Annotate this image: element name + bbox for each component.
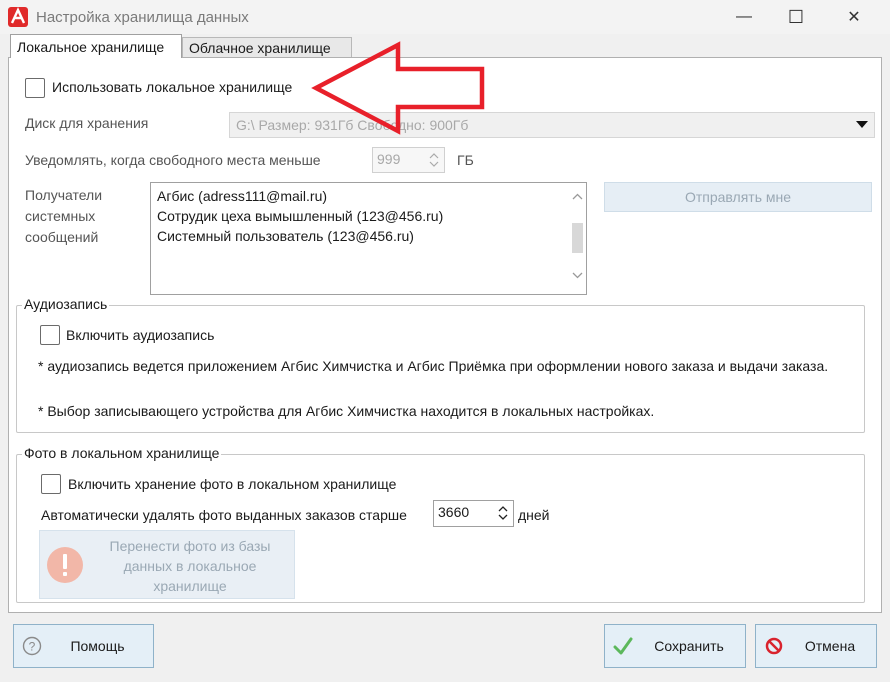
list-item[interactable]: Сотрудик цеха вымышленный (123@456.ru) [157, 208, 443, 224]
notify-threshold-label: Уведомлять, когда свободного места меньш… [25, 152, 321, 168]
window-title: Настройка хранилища данных [36, 9, 249, 26]
auto-delete-days-value: 3660 [438, 504, 470, 520]
auto-delete-label: Автоматически удалять фото выданных зака… [41, 507, 407, 523]
help-icon: ? [22, 636, 42, 656]
svg-text:?: ? [29, 640, 36, 654]
recipients-label: Получатели системных сообщений [25, 187, 103, 245]
audio-note-1: * аудиозапись ведется приложением Агбис … [38, 358, 829, 374]
stepper-arrows-icon [498, 506, 508, 520]
checkmark-icon [613, 637, 633, 655]
disk-label: Диск для хранения [25, 115, 149, 131]
scroll-thumb[interactable] [572, 223, 583, 253]
cancel-button[interactable]: Отмена [755, 624, 877, 668]
use-local-storage-checkbox[interactable] [25, 78, 45, 98]
notify-threshold-unit: ГБ [457, 152, 474, 168]
notify-threshold-value: 999 [377, 151, 401, 167]
auto-delete-days-stepper[interactable]: 3660 [433, 500, 514, 527]
move-photos-button-label: Перенести фото из базы данных в локально… [109, 538, 271, 594]
audio-group-title: Аудиозапись [22, 296, 110, 312]
move-photos-button[interactable]: Перенести фото из базы данных в локально… [39, 530, 295, 599]
maximize-button[interactable]: ☐ [770, 0, 822, 34]
enable-photo-storage-checkbox[interactable] [41, 474, 61, 494]
enable-audio-label: Включить аудиозапись [66, 327, 215, 343]
enable-audio-checkbox[interactable] [40, 325, 60, 345]
scroll-up-icon[interactable] [572, 193, 583, 201]
recipients-list[interactable]: Агбис (adress111@mail.ru) Сотрудик цеха … [150, 182, 587, 295]
save-button-label: Сохранить [654, 638, 724, 654]
close-window-button[interactable]: ✕ [828, 0, 880, 34]
scroll-down-icon[interactable] [572, 271, 583, 279]
notify-threshold-stepper[interactable]: 999 [372, 147, 445, 173]
app-logo-icon [8, 7, 28, 27]
photo-group-title: Фото в локальном хранилище [22, 445, 222, 461]
cancel-button-label: Отмена [804, 638, 856, 654]
audio-note-2: * Выбор записывающего устройства для Агб… [38, 403, 655, 419]
auto-delete-unit: дней [518, 507, 550, 523]
annotation-arrow-icon [311, 41, 485, 135]
minimize-button[interactable]: — [718, 0, 770, 34]
send-to-me-button[interactable]: Отправлять мне [604, 182, 872, 212]
save-button[interactable]: Сохранить [604, 624, 746, 668]
maximize-icon: ☐ [787, 6, 805, 27]
minimize-icon: — [736, 8, 752, 25]
enable-photo-storage-label: Включить хранение фото в локальном храни… [68, 476, 397, 492]
warning-icon [47, 547, 83, 583]
dropdown-arrow-icon [856, 121, 868, 128]
list-item[interactable]: Системный пользователь (123@456.ru) [157, 228, 414, 244]
close-icon: ✕ [847, 9, 861, 26]
list-item[interactable]: Агбис (adress111@mail.ru) [157, 188, 327, 204]
stepper-arrows-icon [429, 153, 439, 167]
help-button[interactable]: ? Помощь [13, 624, 154, 668]
cancel-icon [765, 637, 783, 655]
help-button-label: Помощь [70, 638, 125, 654]
tab-local-storage[interactable]: Локальное хранилище [10, 34, 182, 58]
use-local-storage-label: Использовать локальное хранилище [52, 79, 293, 95]
recipients-scrollbar[interactable] [569, 183, 586, 294]
